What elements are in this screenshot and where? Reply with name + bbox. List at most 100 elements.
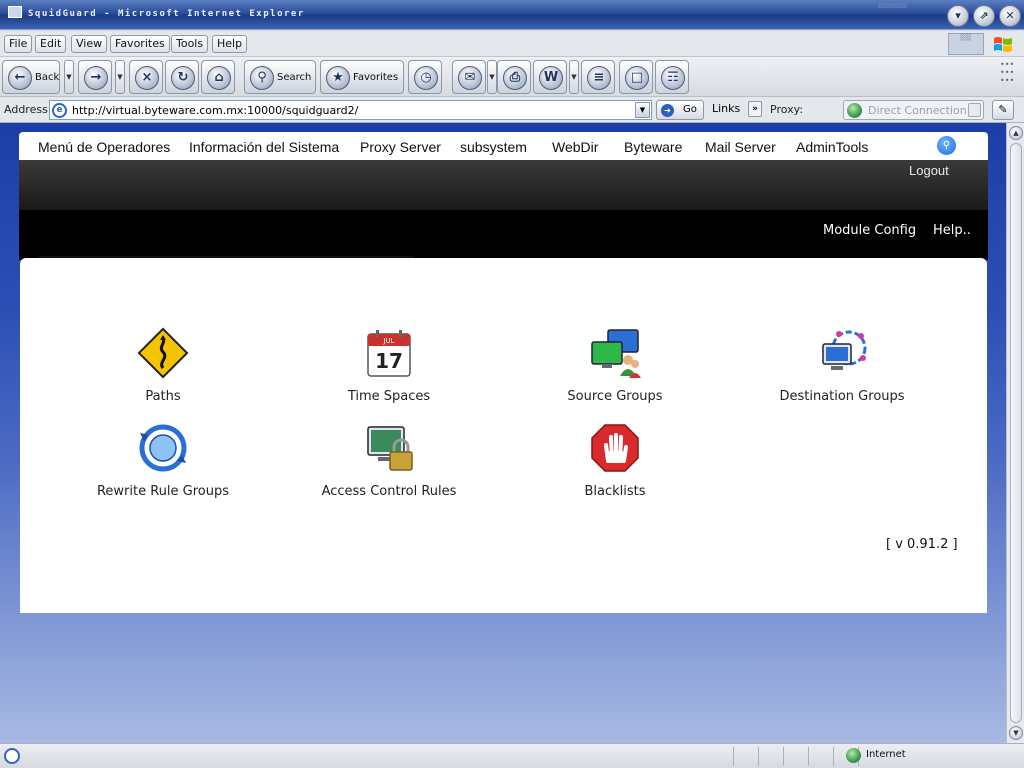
favorites-button[interactable]: ★ Favorites <box>320 60 404 94</box>
scroll-down-icon[interactable]: ▼ <box>1009 726 1023 740</box>
title-bar: SquidGuard - Microsoft Internet Explorer… <box>0 0 1024 30</box>
calendar-month: JUL <box>382 337 394 345</box>
go-button[interactable]: ➜ Go <box>656 100 704 120</box>
back-dropdown[interactable]: ▼ <box>64 60 74 94</box>
go-arrow-icon: ➜ <box>661 104 674 117</box>
research-book-icon: ☶ <box>661 66 685 90</box>
module-access-control-rules[interactable]: Access Control Rules <box>289 421 489 499</box>
logout-link[interactable]: Logout <box>909 163 949 178</box>
nav-subsystem[interactable]: subsystem <box>460 139 527 155</box>
windows-logo-icon <box>994 37 1012 52</box>
address-input[interactable]: e http://virtual.byteware.com.mx:10000/s… <box>49 100 652 120</box>
proxy-dropdown-icon[interactable] <box>968 103 981 117</box>
minimize-button[interactable]: ▾ <box>947 5 969 27</box>
proxy-value: Direct Connection <box>868 104 967 117</box>
menu-tools[interactable]: Tools <box>171 35 209 53</box>
nav-webdir[interactable]: WebDir <box>552 139 598 155</box>
module-config-link[interactable]: Module Config <box>823 223 916 238</box>
module-paths[interactable]: Paths <box>63 326 263 404</box>
status-bar: Internet <box>0 743 1024 768</box>
scroll-up-icon[interactable]: ▲ <box>1009 126 1023 140</box>
search-icon: ⚲ <box>250 66 274 90</box>
calendar-day: 17 <box>375 349 403 373</box>
vertical-scrollbar[interactable]: ▲ ▼ <box>1006 123 1024 743</box>
module-source-groups[interactable]: Source Groups <box>515 326 715 404</box>
favorites-star-icon: ★ <box>326 66 350 90</box>
module-title-area <box>39 210 414 258</box>
module-label: Rewrite Rule Groups <box>96 484 230 499</box>
mail-button[interactable]: ✉ <box>452 60 486 94</box>
refresh-button[interactable]: ↻ <box>165 60 199 94</box>
search-button[interactable]: ⚲ Search <box>244 60 316 94</box>
menu-edit[interactable]: Edit <box>35 35 67 53</box>
calendar-icon: JUL 17 <box>367 330 411 377</box>
zone-label: Internet <box>866 749 906 760</box>
network-computer-icon <box>822 330 867 370</box>
printer-icon: ⎙ <box>503 66 527 90</box>
menu-favorites[interactable]: Favorites <box>110 35 170 53</box>
mail-icon: ✉ <box>458 66 482 90</box>
stop-hand-icon <box>591 424 639 472</box>
nav-informacion-sistema[interactable]: Información del Sistema <box>189 139 339 155</box>
header-band <box>19 160 988 210</box>
help-link[interactable]: Help.. <box>933 223 971 238</box>
menu-view[interactable]: View <box>71 35 108 53</box>
ie-page-icon: e <box>52 103 67 118</box>
module-time-spaces[interactable]: JUL 17 Time Spaces <box>289 326 489 404</box>
print-button[interactable]: ⎙ <box>497 60 531 94</box>
menu-bar: File Edit View Favorites Tools Help ░░░ <box>0 31 1024 57</box>
module-label: Destination Groups <box>779 389 905 404</box>
module-blacklists[interactable]: Blacklists <box>515 421 715 499</box>
search-label: Search <box>277 72 312 83</box>
status-divider <box>758 747 759 766</box>
address-dropdown-icon[interactable]: ▼ <box>635 102 650 118</box>
stop-button[interactable]: × <box>129 60 163 94</box>
module-label: Blacklists <box>584 484 646 499</box>
forward-dropdown[interactable]: ▼ <box>115 60 125 94</box>
address-bar: Address e http://virtual.byteware.com.mx… <box>0 97 1024 123</box>
home-icon: ⌂ <box>207 66 231 90</box>
discuss-button[interactable]: ≡ <box>581 60 615 94</box>
module-label: Source Groups <box>567 389 663 404</box>
nav-proxy-server[interactable]: Proxy Server <box>360 139 441 155</box>
messenger-button[interactable]: □ <box>619 60 653 94</box>
nav-menu-operadores[interactable]: Menú de Operadores <box>38 139 170 155</box>
back-button[interactable]: ← Back <box>2 60 60 94</box>
toolbar-grip-icon: ••• ••• ••• <box>1000 60 1015 85</box>
links-toolbar[interactable]: Links » <box>712 100 762 120</box>
restore-button[interactable]: ⇗ <box>973 5 995 27</box>
scroll-thumb[interactable] <box>1010 143 1022 723</box>
discuss-icon: ≡ <box>587 66 611 90</box>
menu-help[interactable]: Help <box>212 35 248 53</box>
security-zone: Internet <box>846 748 906 763</box>
history-button[interactable]: ◷ <box>408 60 442 94</box>
research-button[interactable]: ☶ <box>655 60 689 94</box>
nav-admintools[interactable]: AdminTools <box>796 139 868 155</box>
mail-dropdown[interactable]: ▼ <box>487 60 497 94</box>
module-rewrite-rule-groups[interactable]: Rewrite Rule Groups <box>63 421 263 499</box>
close-button[interactable]: ✕ <box>999 5 1021 27</box>
module-destination-groups[interactable]: Destination Groups <box>742 326 942 404</box>
globe-icon <box>847 103 862 118</box>
page-status-icon <box>4 748 20 764</box>
stop-icon: × <box>135 66 159 90</box>
theme-logo: ░░░░░░░░░░░░ <box>878 3 907 8</box>
back-arrow-icon: ← <box>8 66 32 90</box>
edit-button[interactable]: W <box>533 60 567 94</box>
home-button[interactable]: ⌂ <box>201 60 235 94</box>
links-label: Links <box>712 102 741 115</box>
forward-button[interactable]: → <box>78 60 112 94</box>
favorites-label: Favorites <box>353 72 399 83</box>
word-icon: W <box>539 66 563 90</box>
proxy-settings-icon[interactable]: ✎ <box>992 100 1014 120</box>
site-search-icon[interactable]: ⚲ <box>937 136 956 155</box>
menu-file[interactable]: File <box>4 35 33 53</box>
nav-byteware[interactable]: Byteware <box>624 139 682 155</box>
computers-users-icon <box>591 329 641 378</box>
edit-dropdown[interactable]: ▼ <box>569 60 579 94</box>
proxy-selector[interactable]: Direct Connection <box>843 100 984 120</box>
module-label: Time Spaces <box>347 389 431 404</box>
links-chevron-icon[interactable]: » <box>748 101 762 117</box>
address-url[interactable]: http://virtual.byteware.com.mx:10000/squ… <box>72 104 358 117</box>
nav-mail-server[interactable]: Mail Server <box>705 139 776 155</box>
